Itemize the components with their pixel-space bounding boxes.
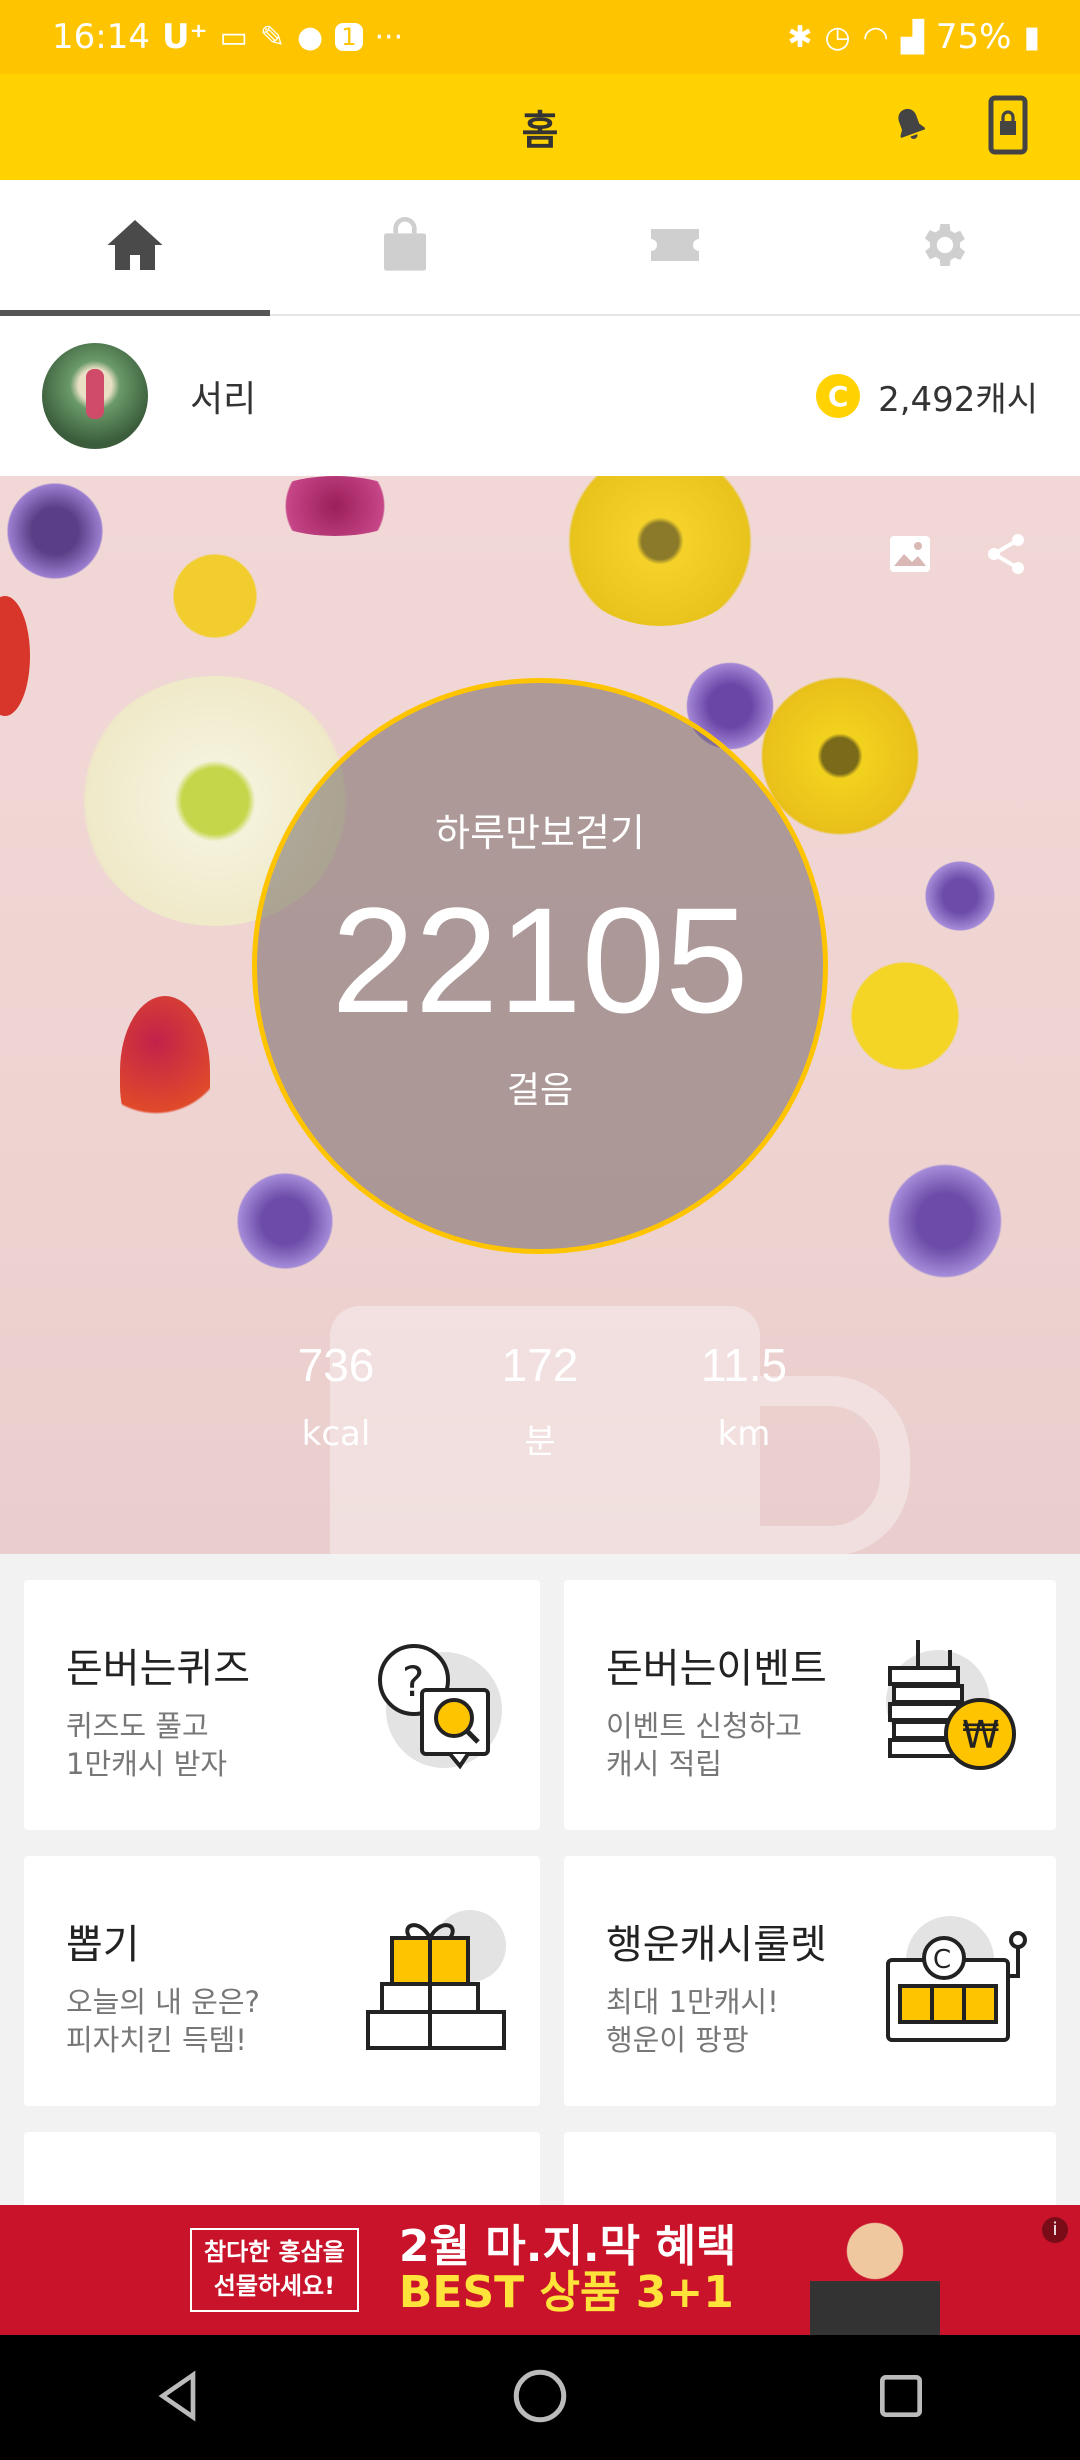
stat-unit: kcal — [301, 1414, 371, 1454]
page-title: 홈 — [521, 108, 559, 154]
ad-banner[interactable]: 참다한 홍삼을 선물하세요! 2월 마.지.막 혜택 BEST 상품 3+1 i — [0, 2205, 1080, 2335]
tab-coupon[interactable] — [540, 180, 810, 314]
ad-info-icon[interactable]: i — [1042, 2217, 1068, 2243]
background-flower-purple — [0, 476, 110, 586]
background-flower-yellow — [560, 476, 760, 626]
alarm-icon: ◷ — [824, 19, 851, 55]
ad-tagline-box: 참다한 홍삼을 선물하세요! — [190, 2228, 359, 2312]
background-flower-yellow — [840, 946, 970, 1086]
cast-icon: ▭ — [219, 19, 248, 55]
tab-bar — [0, 180, 1080, 316]
background-flower-yellow — [760, 676, 920, 836]
status-bar: 16:14 U⁺ ▭ ✎ ● 1 ··· ✱ ◷ ◠ ▟ 75% ▮ — [0, 0, 1080, 74]
background-flower-purple — [230, 1166, 340, 1276]
background-flower-magenta — [260, 476, 410, 536]
background-petal-red — [120, 996, 210, 1146]
chat-icon: ● — [297, 19, 324, 55]
step-counter-label: 하루만보걷기 — [435, 810, 645, 855]
notification-bell-icon[interactable] — [888, 103, 932, 151]
tab-settings[interactable] — [810, 180, 1080, 314]
user-name: 서리 — [190, 379, 257, 420]
signal-icon: ▟ — [900, 19, 924, 55]
gear-icon — [917, 217, 973, 277]
profile-row[interactable]: 서리 C 2,492캐시 — [0, 316, 1080, 476]
card-partial[interactable] — [24, 2132, 540, 2212]
ad-headline: 2월 마.지.막 혜택 — [398, 2220, 737, 2272]
stat-unit: km — [717, 1414, 771, 1454]
svg-text:₩: ₩ — [962, 1713, 1000, 1757]
stat-minutes: 172 분 — [438, 1338, 642, 1463]
background-petal-red — [0, 596, 30, 716]
home-icon — [105, 217, 165, 277]
share-icon[interactable] — [982, 530, 1030, 582]
step-counter-circle[interactable]: 하루만보걷기 22105 걸음 — [252, 678, 828, 1254]
home-button-icon[interactable] — [510, 2366, 570, 2430]
shopping-bag-icon — [381, 217, 429, 277]
ad-subheadline: BEST 상품 3+1 — [398, 2267, 734, 2318]
more-icon: ··· — [374, 19, 404, 55]
coin-icon: C — [816, 374, 861, 418]
battery-icon: ▮ — [1023, 19, 1040, 55]
system-nav-bar — [0, 2335, 1080, 2460]
battery-level: 75% — [935, 17, 1012, 57]
stat-value: 11.5 — [700, 1339, 788, 1391]
bluetooth-icon: ✱ — [787, 19, 813, 55]
svg-text:C: C — [933, 1945, 951, 1975]
card-partial[interactable] — [564, 2132, 1056, 2212]
recents-icon[interactable] — [873, 2368, 929, 2428]
ad-tagline-line1: 참다한 홍삼을 — [204, 2238, 345, 2267]
gift-icon — [362, 1906, 512, 2056]
tab-home[interactable] — [0, 180, 270, 316]
tab-shop[interactable] — [270, 180, 540, 314]
badge-icon: 1 — [335, 23, 363, 51]
stat-calories: 736 kcal — [234, 1338, 438, 1463]
card-draw[interactable]: 뽑기 오늘의 내 운은? 피자치킨 득템! — [24, 1856, 540, 2106]
step-count: 22105 — [331, 875, 749, 1044]
lock-screen-icon[interactable] — [988, 95, 1028, 159]
activity-stats: 736 kcal 172 분 11.5 km — [0, 1338, 1080, 1463]
quiz-icon: ? — [362, 1630, 512, 1780]
ticket-icon — [647, 225, 703, 269]
card-roulette[interactable]: 행운캐시룰렛 최대 1만캐시! 행운이 팡팡 C — [564, 1856, 1056, 2106]
stat-value: 172 — [501, 1339, 579, 1391]
stat-distance: 11.5 km — [642, 1338, 846, 1463]
avatar[interactable] — [42, 343, 148, 449]
background-flower-purple — [880, 1156, 1010, 1286]
step-hero: 하루만보걷기 22105 걸음 736 kcal 172 분 11.5 km — [0, 476, 1080, 1554]
ad-headline-block: 2월 마.지.막 혜택 BEST 상품 3+1 — [398, 2220, 737, 2318]
cash-balance[interactable]: C 2,492캐시 — [816, 372, 1038, 421]
image-icon[interactable] — [886, 530, 934, 582]
app-header: 홈 — [0, 74, 1080, 180]
card-quiz[interactable]: 돈버는퀴즈 퀴즈도 풀고 1만캐시 받자 ? — [24, 1580, 540, 1830]
cash-amount: 2,492캐시 — [878, 379, 1038, 420]
slot-machine-icon: C — [878, 1906, 1028, 2056]
back-icon[interactable] — [151, 2368, 207, 2428]
wifi-icon: ◠ — [862, 19, 889, 55]
app-notification-icon: ✎ — [259, 19, 286, 55]
background-flower-purple — [920, 856, 1000, 936]
stat-unit: 분 — [524, 1422, 556, 1462]
carrier-label: U⁺ — [161, 17, 208, 57]
ad-model-image — [810, 2215, 940, 2335]
hero-actions — [886, 530, 1030, 582]
card-event[interactable]: 돈버는이벤트 이벤트 신청하고 캐시 적립 ₩ — [564, 1580, 1056, 1830]
step-unit: 걸음 — [506, 1069, 574, 1111]
coins-icon: ₩ — [878, 1630, 1028, 1780]
clock: 16:14 — [52, 17, 150, 57]
background-flower-yellow — [160, 536, 270, 656]
ad-tagline-line2: 선물하세요! — [213, 2272, 336, 2300]
stat-value: 736 — [297, 1339, 375, 1391]
